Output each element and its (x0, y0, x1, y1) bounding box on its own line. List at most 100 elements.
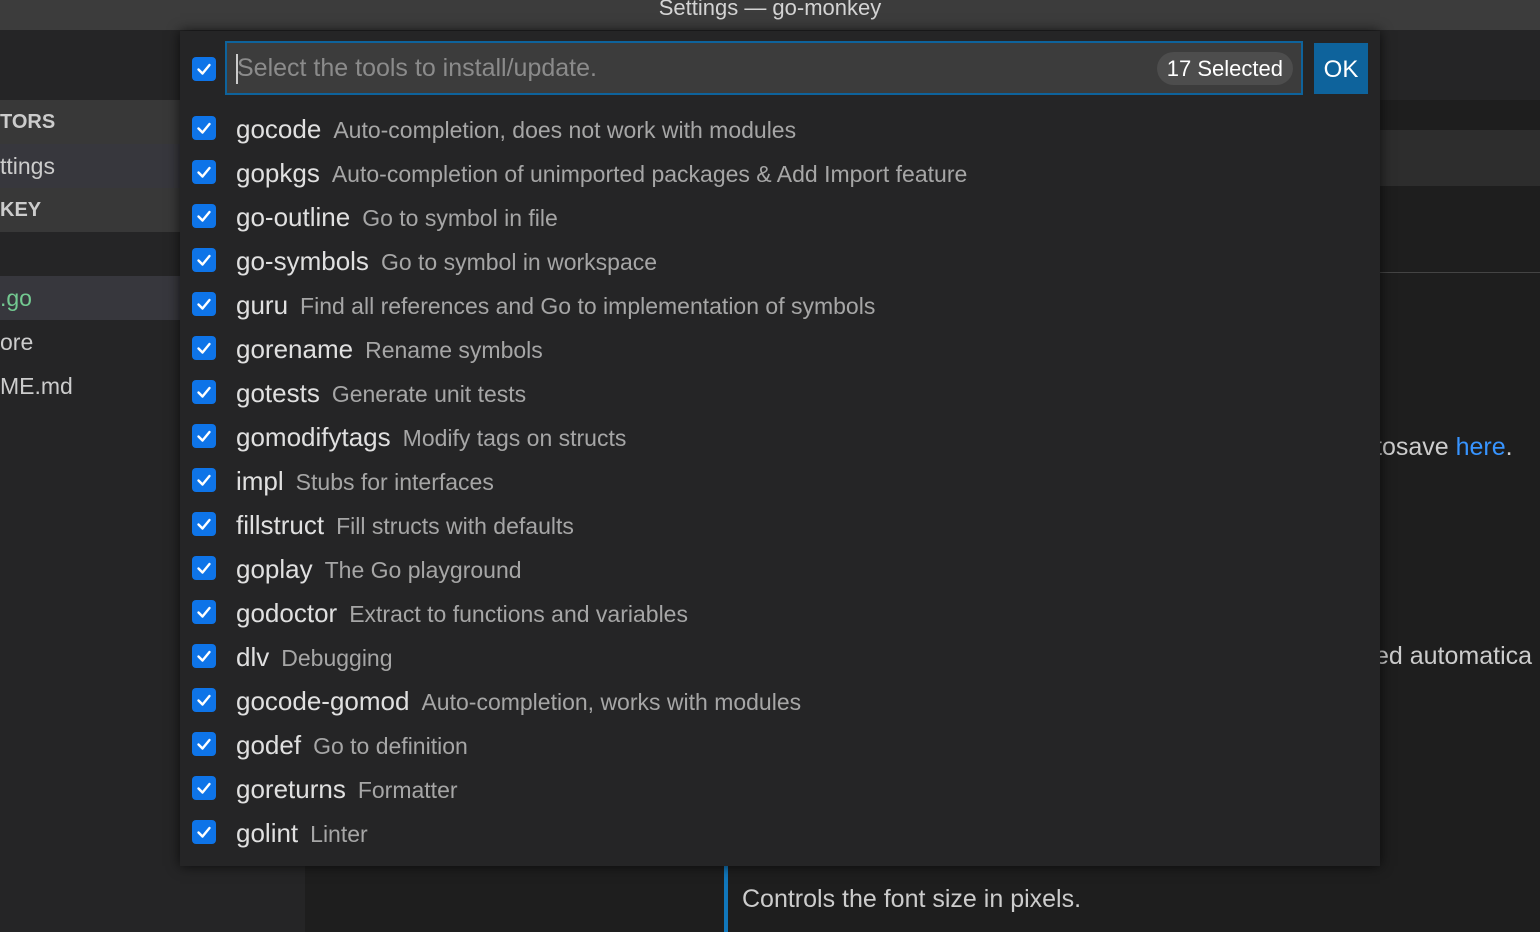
tool-checkbox[interactable] (192, 732, 216, 756)
tool-label-wrap: gomodifytags Modify tags on structs (236, 421, 626, 454)
selected-count-badge: 17 Selected (1156, 52, 1293, 85)
tool-checkbox[interactable] (192, 468, 216, 492)
tool-checkbox[interactable] (192, 204, 216, 228)
tool-name: godoctor (236, 598, 338, 628)
tool-list-item[interactable]: gocode Auto-completion, does not work wit… (180, 107, 1380, 151)
tool-description: Auto-completion, does not work with modu… (333, 117, 797, 143)
tool-description: Find all references and Go to implementa… (300, 293, 876, 319)
font-size-description: Controls the font size in pixels. (742, 885, 1082, 913)
check-icon (197, 650, 211, 662)
tool-list-item[interactable]: guru Find all references and Go to implem… (180, 283, 1380, 327)
sidebar-item-label: ore (0, 329, 34, 355)
tool-checkbox[interactable] (192, 776, 216, 800)
tool-description: Modify tags on structs (402, 425, 627, 451)
tool-description: Formatter (357, 777, 458, 803)
tool-description: Stubs for interfaces (295, 469, 494, 495)
tool-name: gopkgs (236, 158, 320, 188)
check-icon (197, 122, 211, 134)
tool-checkbox[interactable] (192, 116, 216, 140)
check-icon (197, 254, 211, 266)
tool-label-wrap: guru Find all references and Go to implem… (236, 289, 875, 322)
tool-list-item[interactable]: godef Go to definition (180, 723, 1380, 767)
ok-button[interactable]: OK (1314, 43, 1368, 94)
tool-label-wrap: gorename Rename symbols (236, 333, 543, 366)
tool-checkbox[interactable] (192, 160, 216, 184)
tool-list-item[interactable]: gomodifytags Modify tags on structs (180, 415, 1380, 459)
tool-name: gocode (236, 114, 322, 144)
tool-checkbox[interactable] (192, 644, 216, 668)
tool-checkbox[interactable] (192, 556, 216, 580)
tool-list-item[interactable]: fillstruct Fill structs with defaults (180, 503, 1380, 547)
tool-name: godef (236, 730, 302, 760)
tool-description: Extract to functions and variables (349, 601, 688, 627)
tool-filter-input[interactable] (235, 43, 1135, 93)
tool-checkbox[interactable] (192, 380, 216, 404)
autosave-suffix: . (1505, 433, 1513, 461)
tool-name: guru (236, 290, 289, 320)
sidebar-item-label: ME.md (0, 373, 73, 399)
sidebar-item-label: .go (0, 285, 32, 311)
tool-label-wrap: gopkgs Auto-completion of unimported pack… (236, 157, 967, 190)
tool-checkbox[interactable] (192, 820, 216, 844)
tool-checkbox[interactable] (192, 248, 216, 272)
quick-pick-input-box[interactable]: 17 Selected (225, 41, 1303, 95)
tool-checkbox[interactable] (192, 336, 216, 360)
check-icon (197, 298, 211, 310)
tool-list: gocode Auto-completion, does not work wit… (180, 107, 1380, 855)
tool-description: Linter (310, 821, 368, 847)
tool-list-item[interactable]: golint Linter (180, 811, 1380, 855)
tool-list-item[interactable]: gopkgs Auto-completion of unimported pack… (180, 151, 1380, 195)
tool-description: Go to symbol in workspace (380, 249, 658, 275)
select-all-checkbox[interactable] (192, 57, 216, 81)
tool-name: goplay (236, 554, 313, 584)
tool-name: impl (236, 466, 284, 496)
autosave-description: tosave here. (1375, 433, 1513, 462)
tool-checkbox[interactable] (192, 688, 216, 712)
tool-name: gotests (236, 378, 320, 408)
tool-list-item[interactable]: go-symbols Go to symbol in workspace (180, 239, 1380, 283)
autosave-here-link[interactable]: here (1456, 433, 1506, 461)
tool-label-wrap: godef Go to definition (236, 729, 468, 762)
check-icon (197, 166, 211, 178)
autosave-text: tosave (1375, 433, 1456, 461)
tool-list-item[interactable]: godoctor Extract to functions and variabl… (180, 591, 1380, 635)
tool-list-item[interactable]: gorename Rename symbols (180, 327, 1380, 371)
tool-name: go-symbols (236, 246, 369, 276)
check-icon (197, 562, 211, 574)
check-icon (197, 738, 211, 750)
tool-list-item[interactable]: goreturns Formatter (180, 767, 1380, 811)
check-icon (197, 782, 211, 794)
settings-tab-band (1380, 130, 1540, 186)
check-icon (197, 430, 211, 442)
tool-list-item[interactable]: gotests Generate unit tests (180, 371, 1380, 415)
text-cursor (236, 54, 238, 84)
tool-checkbox[interactable] (192, 424, 216, 448)
check-icon (197, 342, 211, 354)
tool-list-item[interactable]: dlv Debugging (180, 635, 1380, 679)
tool-list-item[interactable]: goplay The Go playground (180, 547, 1380, 591)
tool-name: gocode-gomod (236, 686, 410, 716)
sidebar-section-label: KEY (0, 199, 42, 221)
tool-checkbox[interactable] (192, 292, 216, 316)
tool-list-item[interactable]: gocode-gomod Auto-completion, works with … (180, 679, 1380, 723)
quick-pick-widget: 17 Selected OK gocode Auto-completion, do… (180, 31, 1380, 866)
tool-label-wrap: dlv Debugging (236, 641, 393, 674)
tool-checkbox[interactable] (192, 600, 216, 624)
check-icon (197, 210, 211, 222)
check-icon (197, 474, 211, 486)
tool-checkbox[interactable] (192, 512, 216, 536)
check-icon (197, 518, 211, 530)
tool-label-wrap: gocode-gomod Auto-completion, works with … (236, 685, 801, 718)
tool-description: Generate unit tests (331, 381, 527, 407)
tool-name: goreturns (236, 774, 346, 804)
tool-label-wrap: gotests Generate unit tests (236, 377, 526, 410)
setting-description-fragment: ed automatica (1375, 642, 1533, 670)
tool-name: go-outline (236, 202, 351, 232)
tool-list-item[interactable]: go-outline Go to symbol in file (180, 195, 1380, 239)
tool-name: golint (236, 818, 299, 848)
tool-description: Go to symbol in file (362, 205, 558, 231)
tool-list-item[interactable]: impl Stubs for interfaces (180, 459, 1380, 503)
tool-description: Auto-completion of unimported packages &… (331, 161, 968, 187)
sidebar-section-label: TORS (0, 111, 56, 133)
tool-label-wrap: gocode Auto-completion, does not work wit… (236, 113, 796, 146)
